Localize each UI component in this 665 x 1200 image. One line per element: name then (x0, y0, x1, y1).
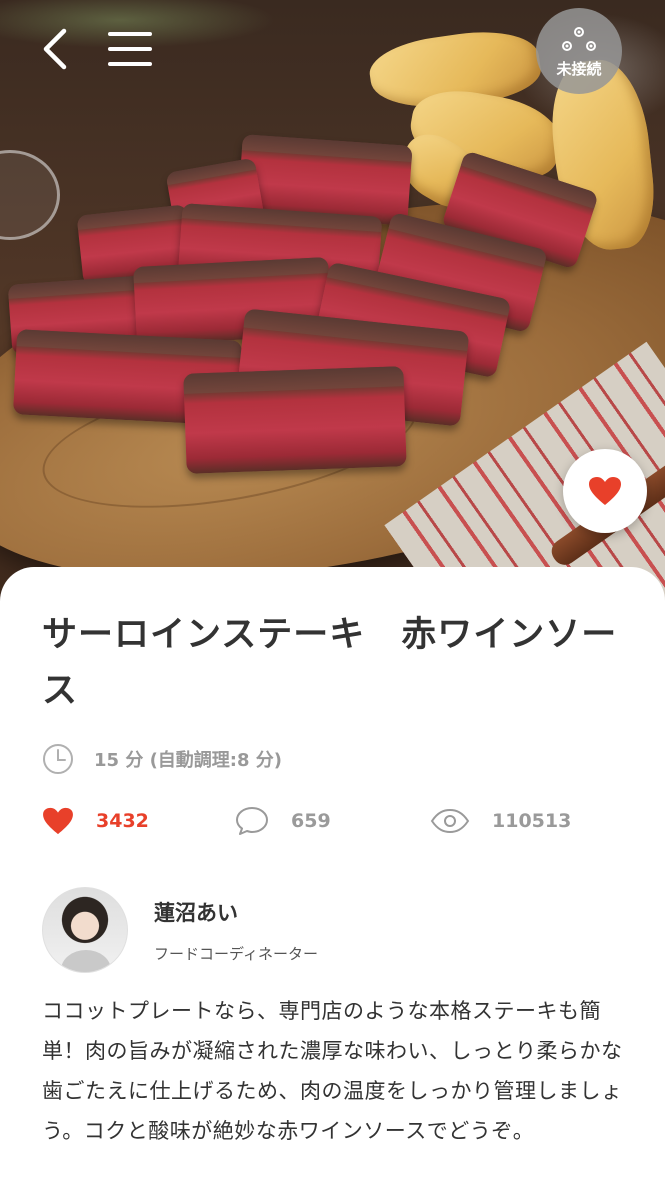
steak-slice (183, 366, 407, 474)
likes-stat[interactable]: 3432 (42, 803, 149, 839)
cooking-time: 15 分 (自動調理:8 分) (42, 743, 282, 775)
heart-icon (43, 807, 73, 835)
author-name[interactable]: 蓮沼あい (154, 897, 238, 927)
connection-status-label: 未接続 (556, 59, 602, 78)
hamburger-menu-icon (108, 32, 152, 66)
views-stat: 110513 (430, 803, 571, 839)
favorite-button[interactable] (563, 449, 647, 533)
clock-icon (43, 744, 73, 774)
author-profile[interactable]: 蓮沼あい フードコーディネーター (42, 887, 622, 973)
comments-stat[interactable]: 659 (235, 803, 331, 839)
chevron-left-icon (43, 28, 67, 70)
recipe-stats: 3432 659 110513 (42, 803, 622, 839)
cooking-time-text: 15 分 (自動調理:8 分) (94, 750, 283, 771)
recipe-detail-card: サーロインステーキ 赤ワインソース 15 分 (自動調理:8 分) 3432 6… (0, 567, 665, 1200)
recipe-description: ココットプレートなら、専門店のような本格ステーキも簡単！肉の旨みが凝縮された濃厚… (42, 999, 623, 1143)
eye-icon (430, 808, 470, 834)
menu-button[interactable] (104, 24, 156, 74)
views-count: 110513 (492, 810, 572, 832)
back-button[interactable] (30, 24, 80, 74)
likes-count: 3432 (96, 810, 149, 832)
wine-glass (0, 150, 60, 240)
recipe-title: サーロインステーキ 赤ワインソース (42, 615, 618, 711)
author-avatar[interactable] (42, 887, 128, 973)
comment-bubble-icon (236, 807, 268, 835)
author-role: フードコーディネーター (154, 945, 318, 963)
device-connection-status-button[interactable]: 未接続 (536, 8, 622, 94)
gears-icon (562, 26, 596, 51)
heart-icon (589, 477, 621, 505)
comments-count: 659 (291, 810, 331, 832)
